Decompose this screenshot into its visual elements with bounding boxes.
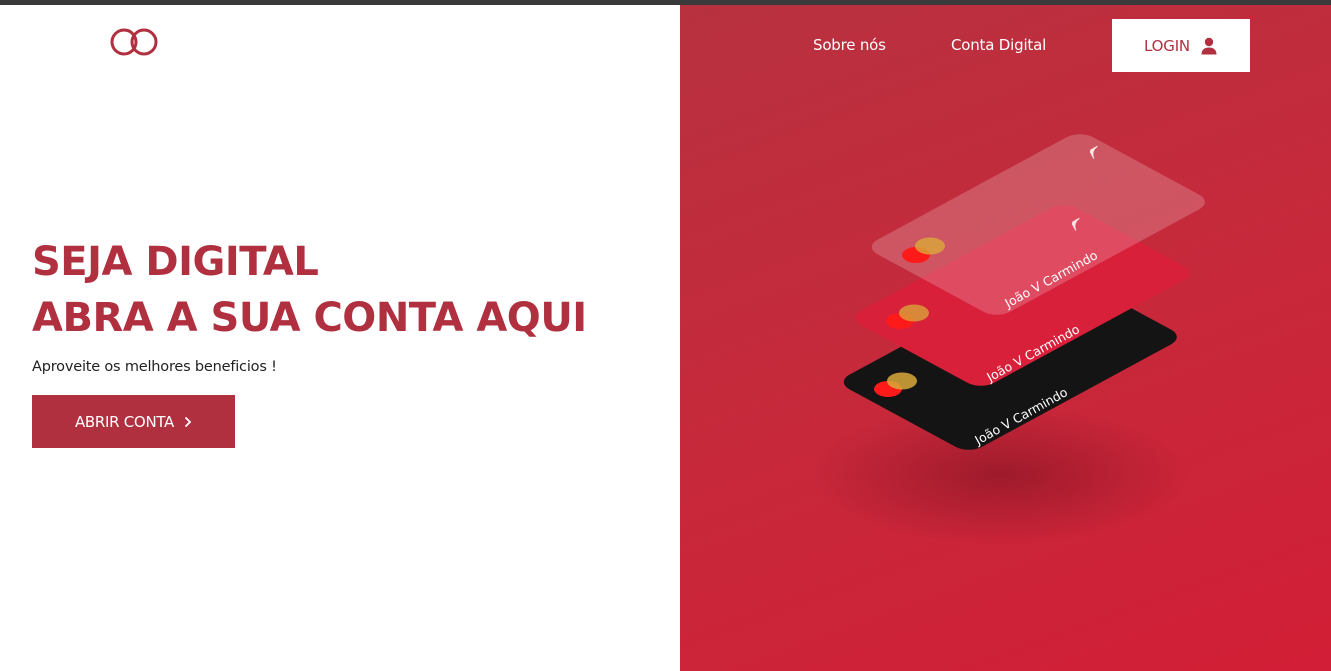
window-top-bar [0,0,1331,5]
chevron-right-icon [184,416,192,427]
hero-title-line-1: SEJA DIGITAL [32,239,319,285]
abrir-conta-label: ABRIR CONTA [74,412,175,431]
hero-title-line-2: ABRA A SUA CONTA AQUI [32,295,587,341]
infinity-logo-icon[interactable] [108,23,160,59]
hero-title: SEJA DIGITAL ABRA A SUA CONTA AQUI [32,234,587,346]
cards-illustration: João V Carmindo João V Carmindo João V C… [810,134,1205,545]
hero-subtitle: Aproveite os melhores beneficios ! [32,359,277,375]
abrir-conta-button[interactable]: ABRIR CONTA [32,395,235,448]
